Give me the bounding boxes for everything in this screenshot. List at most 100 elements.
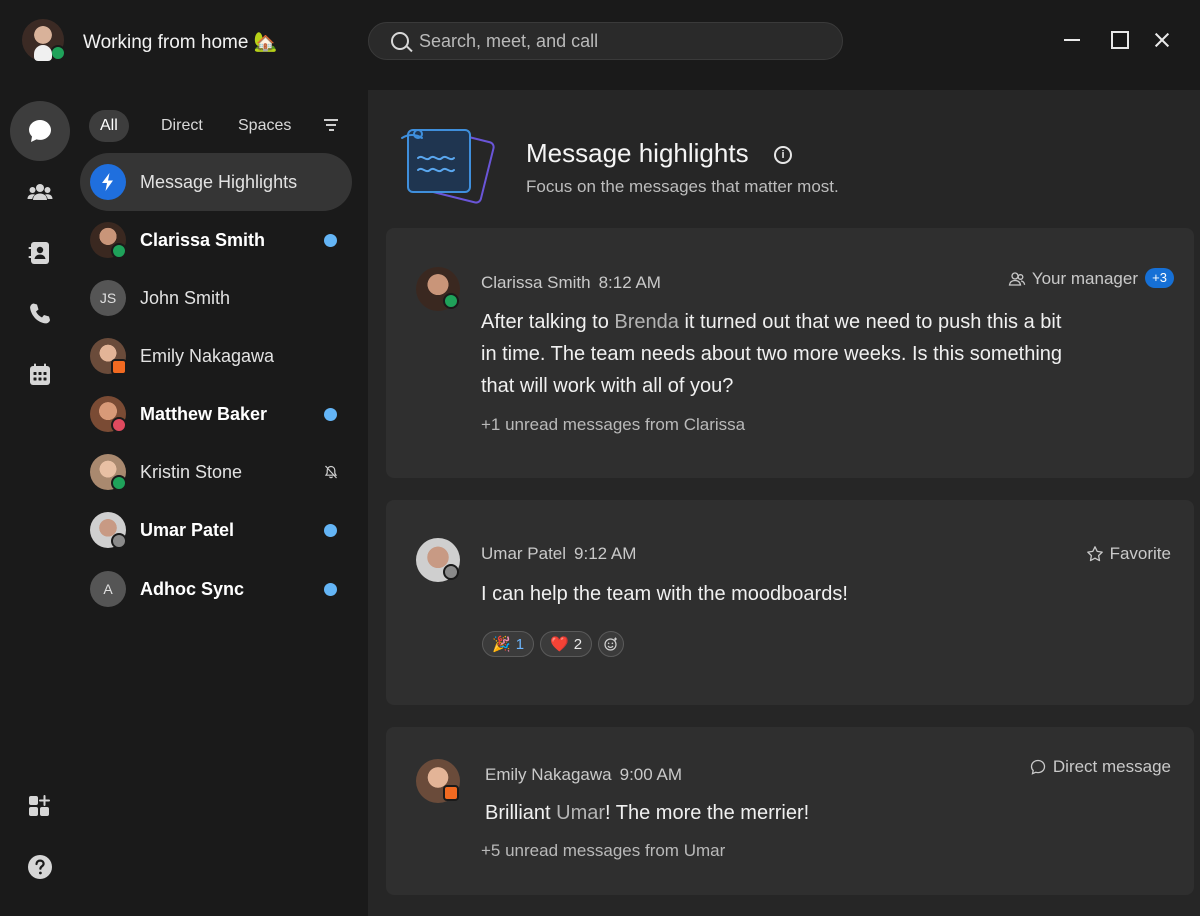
- conversation-name: Matthew Baker: [140, 404, 268, 424]
- add-reaction-button[interactable]: [598, 631, 625, 657]
- message-time: 8:12 AM: [598, 273, 661, 292]
- avatar: [90, 222, 127, 259]
- conversation-list: All Direct Spaces Message Highlights Cla…: [80, 82, 368, 916]
- count-badge: +3: [1145, 268, 1174, 288]
- reaction-count: 2: [573, 635, 583, 653]
- lightning-icon: [102, 173, 113, 191]
- minimize-button[interactable]: [1058, 26, 1086, 54]
- presence-active-icon: [111, 243, 127, 259]
- presence-in-meeting-icon: [443, 785, 459, 801]
- muted-bell-icon: [324, 465, 338, 479]
- rail-teams-button[interactable]: [10, 162, 70, 222]
- filter-icon[interactable]: [324, 119, 338, 133]
- avatar: JS: [90, 280, 126, 316]
- info-icon[interactable]: i: [774, 146, 792, 164]
- message-body: After talking to Brenda it turned out th…: [481, 306, 1081, 402]
- sender-name: Clarissa Smith: [481, 273, 591, 292]
- mention-link[interactable]: Umar: [556, 802, 605, 824]
- conversation-name: Emily Nakagawa: [140, 346, 275, 366]
- avatar: [90, 454, 127, 491]
- conversation-matthew-baker[interactable]: Matthew Baker: [80, 385, 352, 443]
- unread-indicator-icon: [324, 408, 337, 421]
- search-input[interactable]: [419, 29, 819, 53]
- message-text: After talking to: [481, 311, 615, 333]
- presence-away-icon: [443, 564, 459, 580]
- presence-active-icon: [111, 475, 127, 491]
- search-icon: [391, 32, 409, 50]
- filter-direct-tab[interactable]: Direct: [150, 110, 214, 142]
- apps-icon: [29, 795, 50, 816]
- filter-spaces-tab[interactable]: Spaces: [227, 110, 302, 142]
- avatar: [90, 338, 127, 375]
- presence-in-meeting-icon: [111, 359, 127, 375]
- presence-active-icon: [443, 293, 459, 309]
- tag-label: Direct message: [1052, 757, 1171, 776]
- user-status-text[interactable]: Working from home 🏡: [83, 30, 277, 54]
- messaging-icon: [29, 120, 51, 142]
- avatar: [416, 267, 460, 311]
- calendar-icon: [30, 363, 50, 385]
- search-bar[interactable]: [368, 22, 843, 60]
- message-highlights-panel: Message highlights i Focus on the messag…: [368, 90, 1200, 916]
- party-emoji-icon: 🎉: [492, 636, 511, 653]
- filter-all-tab[interactable]: All: [89, 110, 129, 142]
- tag-label: Favorite: [1109, 544, 1171, 563]
- card-tag[interactable]: Direct message: [1029, 757, 1171, 777]
- highlights-illustration-icon: [401, 129, 495, 204]
- page-title: Message highlights: [526, 138, 749, 168]
- avatar: A: [90, 571, 126, 607]
- calls-icon: [30, 303, 50, 324]
- message-body: I can help the team with the moodboards!: [481, 583, 848, 605]
- conversation-clarissa-smith[interactable]: Clarissa Smith: [80, 211, 352, 269]
- rail-apps-button[interactable]: [10, 776, 70, 836]
- card-tag[interactable]: Favorite: [1086, 544, 1171, 564]
- sender-name: Umar Patel: [481, 544, 567, 563]
- help-icon: [28, 855, 52, 879]
- reaction-count: 1: [515, 635, 525, 653]
- highlight-card[interactable]: Clarissa Smith 8:12 AM Your manager +3 Af…: [386, 228, 1194, 478]
- conversation-name: John Smith: [140, 288, 231, 308]
- presence-dnd-icon: [111, 417, 127, 433]
- conversation-message-highlights[interactable]: Message Highlights: [80, 153, 352, 211]
- rail-contacts-button[interactable]: [10, 223, 70, 283]
- conversation-name: Kristin Stone: [140, 462, 243, 482]
- message-sender: Clarissa Smith 8:12 AM: [481, 273, 661, 293]
- conversation-emily-nakagawa[interactable]: Emily Nakagawa: [80, 327, 352, 385]
- rail-calendar-button[interactable]: [10, 345, 70, 405]
- unread-indicator-icon: [324, 234, 337, 247]
- presence-active-icon: [50, 45, 66, 61]
- contacts-icon: [28, 242, 49, 264]
- avatar: [416, 759, 460, 803]
- conversation-adhoc-sync[interactable]: A Adhoc Sync: [80, 560, 352, 618]
- unread-more-link[interactable]: +1 unread messages from Clarissa: [481, 415, 745, 435]
- conversation-john-smith[interactable]: JS John Smith: [80, 269, 352, 327]
- tag-label: Your manager: [1031, 269, 1138, 288]
- unread-more-link[interactable]: +5 unread messages from Umar: [481, 841, 725, 861]
- message-text: ! The more the merrier!: [605, 802, 810, 824]
- conversation-umar-patel[interactable]: Umar Patel: [80, 501, 352, 559]
- message-time: 9:00 AM: [619, 765, 682, 784]
- conversation-kristin-stone[interactable]: Kristin Stone: [80, 443, 352, 501]
- reaction-party[interactable]: 🎉 1: [482, 631, 535, 657]
- conversation-name: Umar Patel: [140, 520, 235, 540]
- sender-name: Emily Nakagawa: [485, 765, 612, 784]
- avatar: [416, 538, 460, 582]
- card-tag: Your manager: [1008, 269, 1138, 289]
- message-body: Brilliant Umar! The more the merrier!: [485, 797, 1125, 829]
- maximize-button[interactable]: [1106, 26, 1134, 54]
- people-icon: [1008, 272, 1026, 286]
- star-icon: [1086, 546, 1103, 562]
- rail-calls-button[interactable]: [10, 284, 70, 344]
- close-button[interactable]: [1148, 26, 1176, 54]
- add-reaction-icon: [604, 637, 618, 651]
- mention-link[interactable]: Brenda: [614, 311, 679, 333]
- highlight-card[interactable]: Umar Patel 9:12 AM Favorite I can help th…: [386, 500, 1194, 705]
- user-avatar[interactable]: [22, 19, 66, 61]
- message-time: 9:12 AM: [574, 544, 637, 563]
- presence-away-icon: [111, 533, 127, 549]
- message-sender: Umar Patel 9:12 AM: [481, 544, 636, 564]
- rail-help-button[interactable]: [10, 837, 70, 897]
- highlight-card[interactable]: Emily Nakagawa 9:00 AM Direct message Bri…: [386, 727, 1194, 895]
- rail-messaging-button[interactable]: [10, 101, 70, 161]
- reaction-heart[interactable]: ❤️ 2: [540, 631, 593, 657]
